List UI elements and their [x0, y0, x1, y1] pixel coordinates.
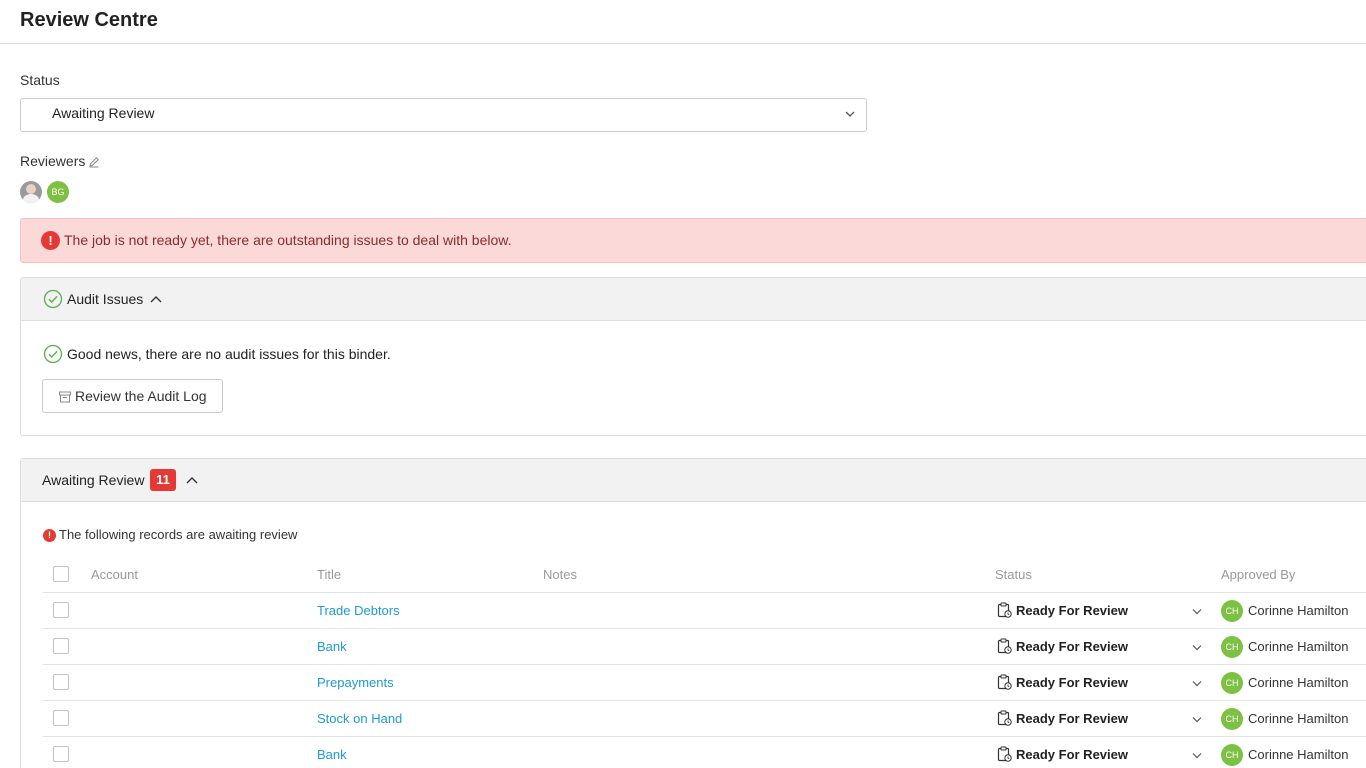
- status-label: Status: [20, 72, 60, 88]
- row-checkbox[interactable]: [53, 638, 69, 654]
- record-status[interactable]: Ready For Review: [1016, 711, 1128, 726]
- record-status[interactable]: Ready For Review: [1016, 747, 1128, 762]
- approver-avatar: CH: [1221, 744, 1243, 766]
- chevron-down-icon[interactable]: [1192, 608, 1202, 615]
- clipboard-clock-icon: [997, 710, 1012, 726]
- awaiting-review-title: Awaiting Review: [42, 472, 145, 488]
- reviewer-avatar-bg[interactable]: BG: [47, 181, 69, 203]
- row-divider: [43, 664, 1366, 665]
- approver-name: Corinne Hamilton: [1248, 711, 1349, 726]
- row-checkbox[interactable]: [53, 746, 69, 762]
- column-header-status[interactable]: Status: [995, 567, 1032, 582]
- record-status[interactable]: Ready For Review: [1016, 675, 1128, 690]
- no-audit-issues-message: Good news, there are no audit issues for…: [67, 346, 391, 362]
- row-checkbox[interactable]: [53, 710, 69, 726]
- chevron-down-icon[interactable]: [1192, 752, 1202, 759]
- chevron-down-icon: [845, 111, 855, 117]
- clipboard-clock-icon: [997, 638, 1012, 654]
- not-ready-alert: ! The job is not ready yet, there are ou…: [20, 218, 1366, 263]
- clipboard-clock-icon: [997, 674, 1012, 690]
- audit-issues-title: Audit Issues: [67, 291, 144, 307]
- awaiting-review-panel: Awaiting Review 11 ! The following recor…: [20, 458, 1366, 768]
- approver-name: Corinne Hamilton: [1248, 675, 1349, 690]
- approver-avatar: CH: [1221, 636, 1243, 658]
- approver-avatar: CH: [1221, 708, 1243, 730]
- record-title-link[interactable]: Prepayments: [317, 675, 394, 690]
- record-status[interactable]: Ready For Review: [1016, 639, 1128, 654]
- page-header: Review Centre: [0, 0, 1366, 44]
- row-divider: [43, 592, 1366, 593]
- awaiting-review-header[interactable]: Awaiting Review 11: [21, 459, 1366, 502]
- chevron-down-icon[interactable]: [1192, 680, 1202, 687]
- record-title-link[interactable]: Trade Debtors: [317, 603, 400, 618]
- row-checkbox[interactable]: [53, 674, 69, 690]
- alert-text: The job is not ready yet, there are outs…: [64, 232, 512, 248]
- column-header-account[interactable]: Account: [91, 567, 138, 582]
- record-title-link[interactable]: Stock on Hand: [317, 711, 402, 726]
- reviewer-avatar-photo[interactable]: [20, 181, 42, 203]
- approver-name: Corinne Hamilton: [1248, 639, 1349, 654]
- status-select[interactable]: Awaiting Review: [20, 98, 867, 132]
- select-all-checkbox[interactable]: [53, 566, 69, 582]
- clipboard-clock-icon: [997, 602, 1012, 618]
- check-circle-icon: [43, 289, 63, 309]
- approver-name: Corinne Hamilton: [1248, 603, 1349, 618]
- reviewers-label: Reviewers: [20, 153, 86, 169]
- check-circle-icon: [43, 344, 63, 364]
- record-status[interactable]: Ready For Review: [1016, 603, 1128, 618]
- chevron-down-icon[interactable]: [1192, 716, 1202, 723]
- row-divider: [43, 628, 1366, 629]
- edit-reviewers-icon[interactable]: [88, 156, 100, 168]
- status-select-value: Awaiting Review: [52, 105, 155, 121]
- awaiting-count-badge: 11: [150, 469, 176, 491]
- clipboard-clock-icon: [997, 746, 1012, 762]
- chevron-up-icon[interactable]: [150, 294, 162, 304]
- review-audit-log-button[interactable]: Review the Audit Log: [42, 379, 223, 413]
- column-header-approved-by[interactable]: Approved By: [1221, 567, 1295, 582]
- record-title-link[interactable]: Bank: [317, 747, 347, 762]
- audit-issues-header[interactable]: Audit Issues: [21, 278, 1366, 321]
- chevron-up-icon[interactable]: [186, 475, 198, 485]
- record-title-link[interactable]: Bank: [317, 639, 347, 654]
- audit-issues-panel: Audit Issues Good news, there are no aud…: [20, 277, 1366, 436]
- row-divider: [43, 736, 1366, 737]
- exclamation-icon: !: [43, 529, 56, 542]
- row-checkbox[interactable]: [53, 602, 69, 618]
- exclamation-icon: !: [41, 231, 60, 250]
- column-header-notes[interactable]: Notes: [543, 567, 577, 582]
- avatar-body: [23, 194, 39, 203]
- approver-name: Corinne Hamilton: [1248, 747, 1349, 762]
- approver-avatar: CH: [1221, 600, 1243, 622]
- review-audit-log-label: Review the Audit Log: [75, 388, 207, 404]
- chevron-down-icon[interactable]: [1192, 644, 1202, 651]
- row-divider: [43, 700, 1366, 701]
- archive-icon: [59, 391, 71, 403]
- approver-avatar: CH: [1221, 672, 1243, 694]
- avatar-head: [26, 184, 36, 194]
- awaiting-description: The following records are awaiting revie…: [59, 527, 298, 542]
- column-header-title[interactable]: Title: [317, 567, 341, 582]
- page-title: Review Centre: [20, 9, 158, 31]
